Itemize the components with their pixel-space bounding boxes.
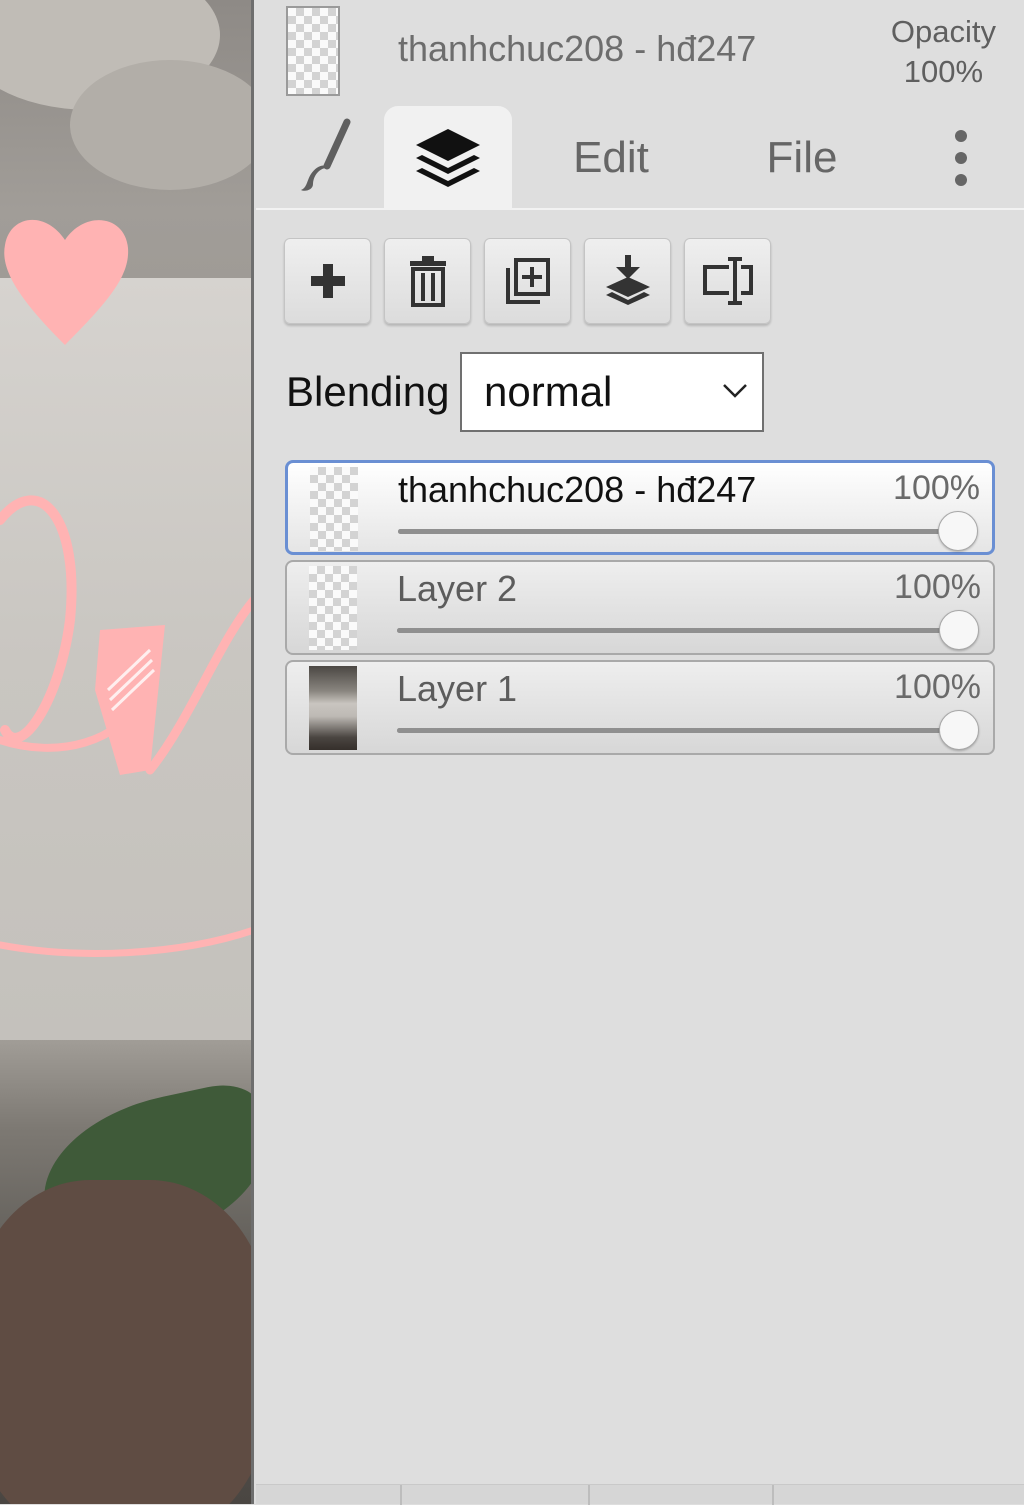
slider-fill [398,529,958,534]
layer-opacity-slider[interactable] [398,511,978,551]
underline-stroke [0,926,254,957]
rename-layer-icon [702,257,753,305]
blending-select[interactable]: normal [460,352,764,432]
layer-thumbnail [309,566,357,650]
layer-toolbar [284,238,771,326]
delete-layer-icon [409,256,446,307]
script-ribbon [95,625,165,775]
current-layer-name: thanhchuc208 - hđ247 [398,28,757,69]
layers-icon [416,129,480,187]
layer-opacity-value: 100% [894,668,981,706]
more-menu-button[interactable] [936,106,986,210]
tab-layers[interactable] [384,106,512,210]
layer-row[interactable]: Layer 1 100% [285,660,995,755]
layer-row[interactable]: Layer 2 100% [285,560,995,655]
bottom-toolbar [256,1484,1024,1505]
brush-icon [301,118,351,191]
script-stroke [145,595,254,775]
layer-thumbnail [309,666,357,750]
opacity-control[interactable]: Opacity 100% [891,12,996,92]
opacity-label: Opacity [890,14,996,49]
slider-knob[interactable] [939,610,979,650]
layer-opacity-value: 100% [893,469,980,507]
layer-name: thanhchuc208 - hđ247 [398,469,757,510]
current-layer-thumbnail[interactable] [286,6,340,96]
layer-row[interactable]: thanhchuc208 - hđ247 100% [285,460,995,555]
slider-fill [397,728,959,733]
more-vertical-icon [955,130,967,186]
duplicate-layer-button[interactable] [484,238,571,324]
slider-knob[interactable] [938,511,978,551]
tab-file[interactable]: File [752,106,852,210]
chevron-down-icon [723,384,747,398]
layer-opacity-slider[interactable] [397,610,979,650]
strip-divider [772,1485,774,1505]
tab-edit[interactable]: Edit [556,106,666,210]
opacity-value: 100% [903,54,984,89]
slider-fill [397,628,959,633]
slider-knob[interactable] [939,710,979,750]
layer-list: thanhchuc208 - hđ247 100% Layer 2 100% L… [285,460,995,760]
blending-value: normal [484,368,613,415]
layer-name: Layer 2 [397,568,518,609]
merge-down-button[interactable] [584,238,671,324]
merge-down-icon [605,255,650,305]
duplicate-layer-icon [505,258,550,304]
add-layer-button[interactable] [284,238,371,324]
canvas-hand [0,1180,254,1504]
canvas-divider [251,0,254,1504]
blending-label: Blending [286,368,450,415]
strip-divider [400,1485,402,1505]
heart-shape [4,219,129,345]
delete-layer-button[interactable] [384,238,471,324]
layer-thumbnail [310,467,358,551]
drawing-canvas[interactable] [0,0,254,1504]
panel-tabs: Edit File [256,106,1024,210]
rename-layer-button[interactable] [684,238,771,324]
layer-name: Layer 1 [397,668,518,709]
layer-opacity-slider[interactable] [397,710,979,750]
tab-brush[interactable] [280,106,370,210]
layer-opacity-value: 100% [894,568,981,606]
strip-divider [588,1485,590,1505]
add-layer-icon [310,264,345,298]
script-stroke [0,495,77,743]
layers-panel: thanhchuc208 - hđ247 Opacity 100% Edit F… [256,0,1024,1505]
